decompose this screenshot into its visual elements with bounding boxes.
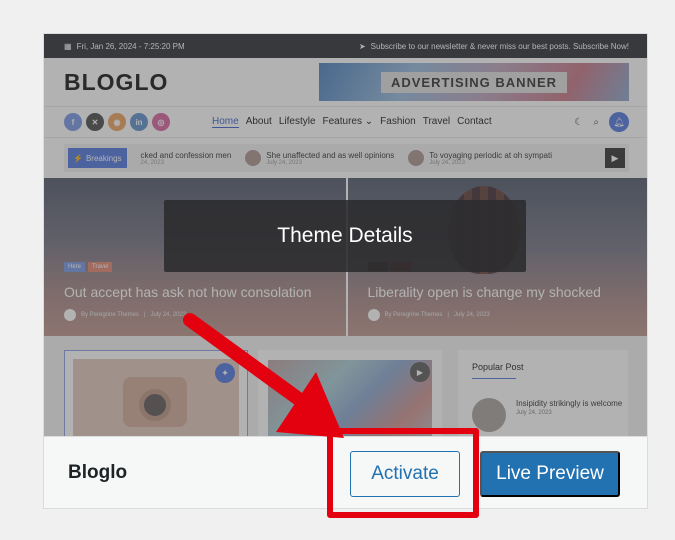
activate-highlight-box [327,428,479,518]
screen: ▦ Fri, Jan 26, 2024 - 7:25:20 PM ➤ Subsc… [0,0,675,540]
